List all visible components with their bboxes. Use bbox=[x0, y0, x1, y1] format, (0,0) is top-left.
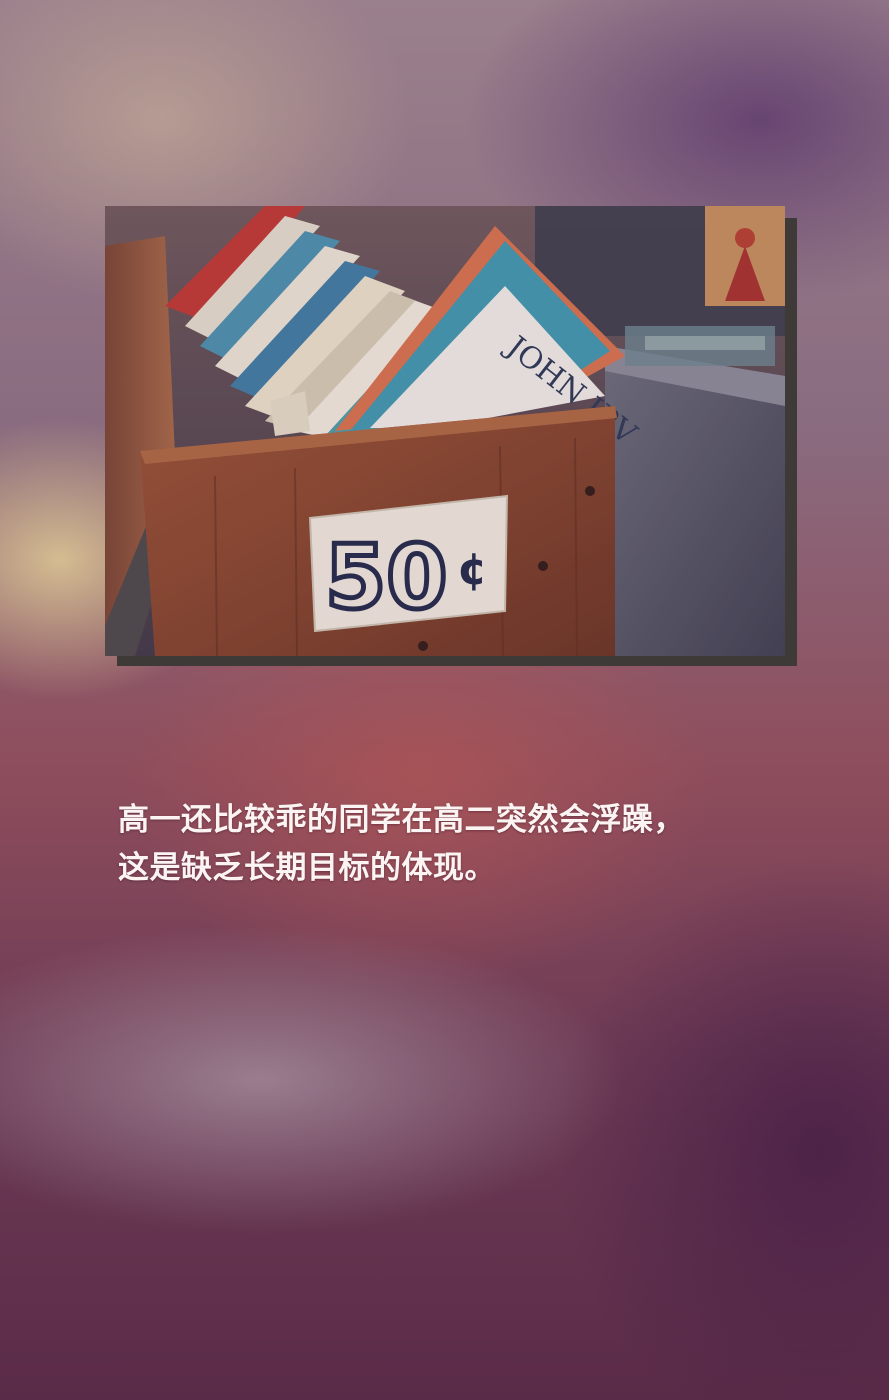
caption-text: 高一还比较乖的同学在高二突然会浮躁， 这是缺乏长期目标的体现。 bbox=[118, 796, 778, 892]
book-crate-illustration: JOHN IRV 50 ¢ bbox=[105, 206, 785, 656]
caption-line-1: 高一还比较乖的同学在高二突然会浮躁， bbox=[118, 802, 685, 838]
book-crate-photo: JOHN IRV 50 ¢ bbox=[105, 206, 785, 656]
caption-line-2: 这是缺乏长期目标的体现。 bbox=[118, 850, 496, 886]
